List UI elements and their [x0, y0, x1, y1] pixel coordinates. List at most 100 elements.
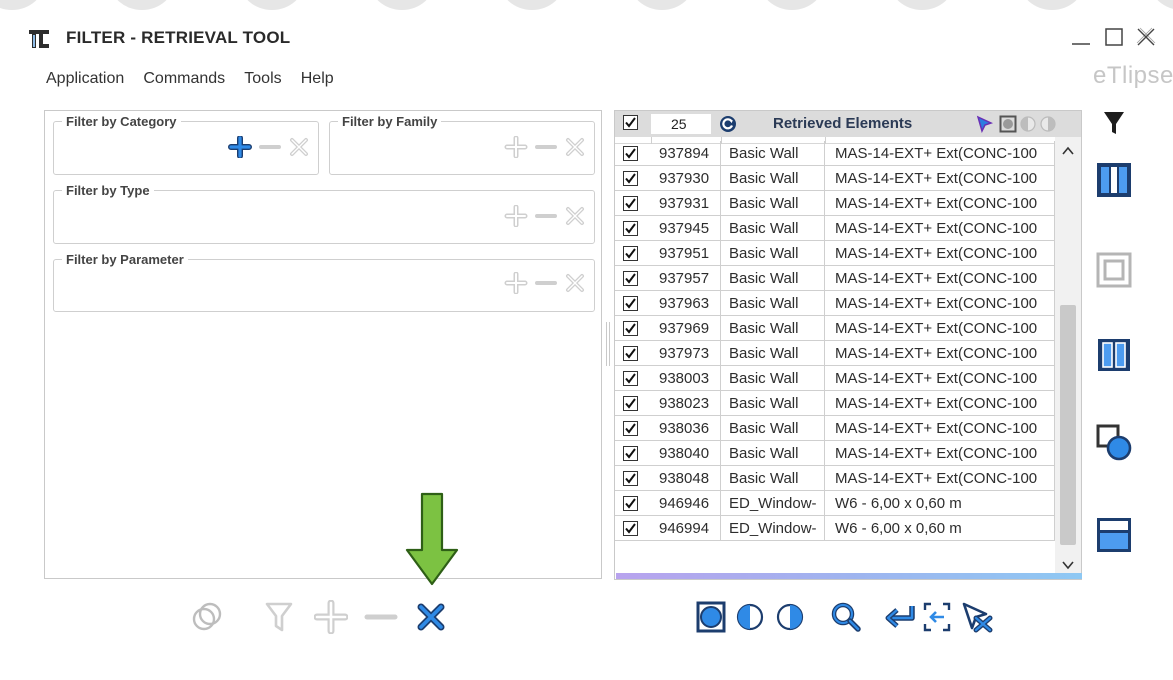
- table-row[interactable]: 938003 Basic Wall MAS-14-EXT+ Ext(CONC-100: [615, 366, 1055, 391]
- remove-family-icon[interactable]: [535, 136, 558, 158]
- row-checkbox[interactable]: [623, 221, 638, 236]
- scroll-down-icon[interactable]: [1060, 557, 1076, 573]
- table-row[interactable]: 937931 Basic Wall MAS-14-EXT+ Ext(CONC-100: [615, 191, 1055, 216]
- target-icon[interactable]: [922, 600, 952, 634]
- half-circle-left-icon[interactable]: [1019, 115, 1037, 133]
- element-id-cell: 937963: [651, 291, 721, 316]
- close-icon[interactable]: [416, 600, 446, 634]
- minus-icon[interactable]: [364, 600, 398, 634]
- scrollbar-thumb[interactable]: [1060, 305, 1076, 545]
- element-type-cell: MAS-14-EXT+ Ext(CONC-100: [825, 416, 1055, 441]
- clear-parameter-icon[interactable]: [564, 272, 586, 294]
- funnel-icon[interactable]: [1094, 110, 1134, 150]
- clear-category-icon[interactable]: [288, 136, 310, 158]
- row-checkbox[interactable]: [623, 321, 638, 336]
- plus-icon[interactable]: [314, 600, 348, 634]
- shape-overlap-icon[interactable]: [1094, 422, 1134, 462]
- row-checkbox[interactable]: [623, 346, 638, 361]
- table-row[interactable]: 937894 Basic Wall MAS-14-EXT+ Ext(CONC-100: [615, 141, 1055, 166]
- element-id-cell: 937894: [651, 141, 721, 166]
- menu-tools[interactable]: Tools: [244, 70, 281, 88]
- square-outline-icon[interactable]: [1094, 250, 1134, 290]
- return-icon[interactable]: [884, 600, 918, 634]
- table-row[interactable]: 937930 Basic Wall MAS-14-EXT+ Ext(CONC-100: [615, 166, 1055, 191]
- square-select-icon[interactable]: [999, 115, 1017, 133]
- window-title: FILTER - RETRIEVAL TOOL: [66, 28, 291, 47]
- panel-icon[interactable]: [1094, 515, 1134, 555]
- table-row[interactable]: 937973 Basic Wall MAS-14-EXT+ Ext(CONC-100: [615, 341, 1055, 366]
- table-row[interactable]: 937945 Basic Wall MAS-14-EXT+ Ext(CONC-100: [615, 216, 1055, 241]
- family-tools: [502, 136, 586, 158]
- select-all-checkbox[interactable]: [623, 115, 638, 130]
- element-family-cell: Basic Wall: [721, 241, 825, 266]
- scroll-up-icon[interactable]: [1060, 143, 1076, 159]
- table-row[interactable]: 938048 Basic Wall MAS-14-EXT+ Ext(CONC-100: [615, 466, 1055, 491]
- cursor-cross-icon[interactable]: [958, 600, 994, 634]
- vertical-scrollbar[interactable]: [1055, 137, 1081, 577]
- element-id-cell: 946994: [651, 516, 721, 541]
- table-row[interactable]: 946946 ED_Window- W6 - 6,00 x 0,60 m: [615, 491, 1055, 516]
- element-type-cell: MAS-14-EXT+ Ext(CONC-100: [825, 191, 1055, 216]
- maximize-icon[interactable]: [1101, 24, 1127, 50]
- menu-help[interactable]: Help: [301, 70, 334, 88]
- row-checkbox[interactable]: [623, 196, 638, 211]
- row-checkbox[interactable]: [623, 371, 638, 386]
- table-row[interactable]: 938023 Basic Wall MAS-14-EXT+ Ext(CONC-100: [615, 391, 1055, 416]
- half-circle-left-icon[interactable]: [736, 600, 764, 634]
- element-id-cell: 938003: [651, 366, 721, 391]
- menu-bar: Application Commands Tools Help: [46, 68, 348, 90]
- select-square-icon[interactable]: [696, 600, 726, 634]
- table-row[interactable]: 937963 Basic Wall MAS-14-EXT+ Ext(CONC-100: [615, 291, 1055, 316]
- table-row[interactable]: 946994 ED_Window- W6 - 6,00 x 0,60 m: [615, 516, 1055, 541]
- add-parameter-icon[interactable]: [504, 272, 528, 294]
- pointer-select-icon[interactable]: [975, 115, 995, 133]
- retrieved-elements-panel: 25 Retrieved Elements 937894 Basic Wall …: [614, 110, 1082, 580]
- remove-category-icon[interactable]: [259, 136, 282, 158]
- element-type-cell: MAS-14-EXT+ Ext(CONC-100: [825, 341, 1055, 366]
- row-checkbox[interactable]: [623, 496, 638, 511]
- grid-header: 25 Retrieved Elements: [615, 111, 1081, 137]
- overlap-circles-icon[interactable]: [190, 600, 224, 634]
- refresh-icon[interactable]: [719, 115, 737, 133]
- filter-by-family-group: Filter by Family: [329, 114, 595, 175]
- clear-type-icon[interactable]: [564, 205, 586, 227]
- minimize-icon[interactable]: [1068, 24, 1094, 50]
- clear-family-icon[interactable]: [564, 136, 586, 158]
- add-family-icon[interactable]: [504, 136, 528, 158]
- row-checkbox[interactable]: [623, 171, 638, 186]
- row-checkbox[interactable]: [623, 296, 638, 311]
- element-id-cell: 937957: [651, 266, 721, 291]
- filter-by-parameter-group: Filter by Parameter: [53, 252, 595, 312]
- panel-splitter-handle[interactable]: [605, 322, 611, 366]
- table-row[interactable]: 937951 Basic Wall MAS-14-EXT+ Ext(CONC-100: [615, 241, 1055, 266]
- element-id-cell: 937930: [651, 166, 721, 191]
- row-checkbox[interactable]: [623, 446, 638, 461]
- element-family-cell: Basic Wall: [721, 366, 825, 391]
- funnel-icon[interactable]: [264, 600, 294, 634]
- row-checkbox[interactable]: [623, 521, 638, 536]
- remove-type-icon[interactable]: [535, 205, 558, 227]
- row-checkbox[interactable]: [623, 421, 638, 436]
- row-checkbox[interactable]: [623, 271, 638, 286]
- row-checkbox[interactable]: [623, 146, 638, 161]
- table-row[interactable]: 938040 Basic Wall MAS-14-EXT+ Ext(CONC-100: [615, 441, 1055, 466]
- zoom-icon[interactable]: [830, 600, 862, 634]
- remove-parameter-icon[interactable]: [535, 272, 558, 294]
- row-checkbox[interactable]: [623, 471, 638, 486]
- menu-application[interactable]: Application: [46, 70, 124, 88]
- add-type-icon[interactable]: [504, 205, 528, 227]
- columns-icon[interactable]: [1094, 160, 1134, 200]
- close-icon[interactable]: [1133, 24, 1159, 50]
- half-circle-right-icon[interactable]: [776, 600, 804, 634]
- row-checkbox[interactable]: [623, 246, 638, 261]
- menu-commands[interactable]: Commands: [143, 70, 225, 88]
- table-row[interactable]: 937957 Basic Wall MAS-14-EXT+ Ext(CONC-100: [615, 266, 1055, 291]
- row-check-cell: [615, 216, 651, 241]
- table-row[interactable]: 937969 Basic Wall MAS-14-EXT+ Ext(CONC-100: [615, 316, 1055, 341]
- half-circle-right-icon[interactable]: [1039, 115, 1057, 133]
- double-columns-icon[interactable]: [1094, 335, 1134, 375]
- element-family-cell: Basic Wall: [721, 266, 825, 291]
- row-checkbox[interactable]: [623, 396, 638, 411]
- table-row[interactable]: 938036 Basic Wall MAS-14-EXT+ Ext(CONC-100: [615, 416, 1055, 441]
- add-category-icon[interactable]: [228, 136, 252, 158]
